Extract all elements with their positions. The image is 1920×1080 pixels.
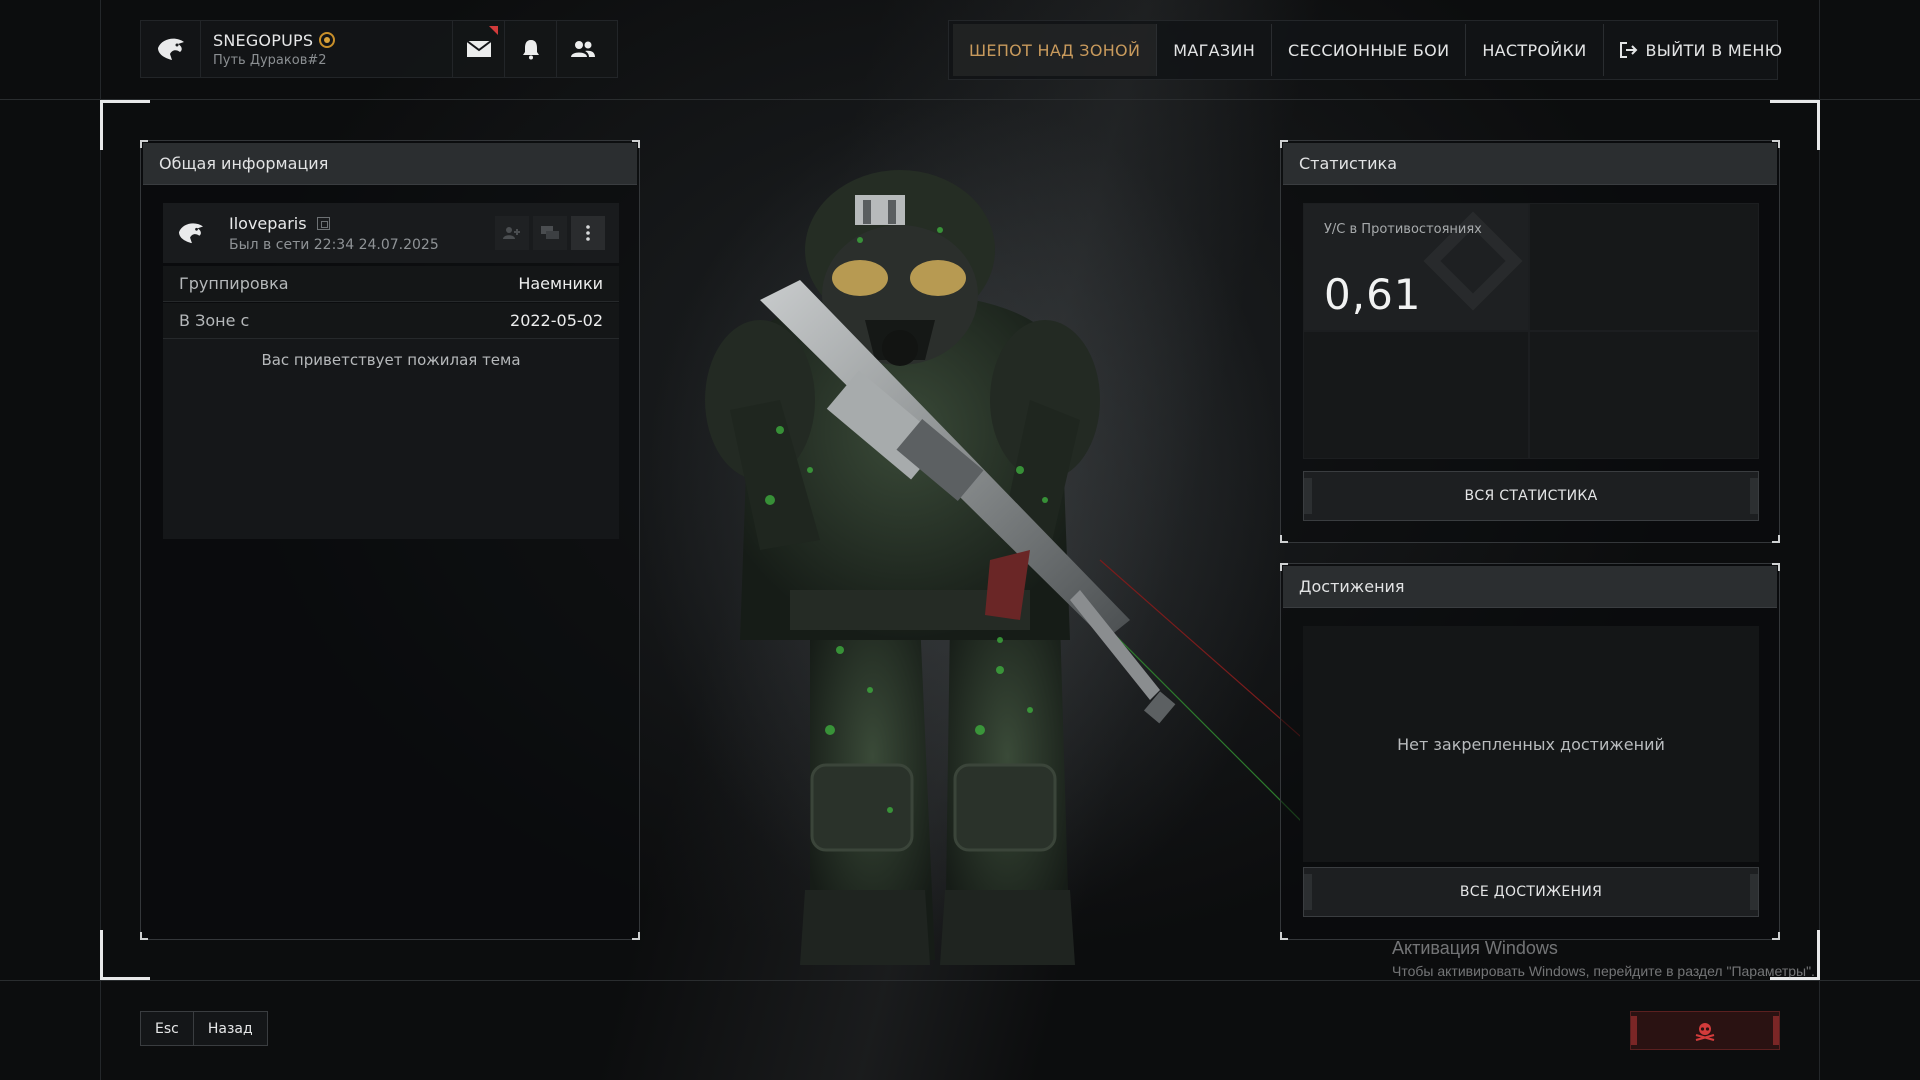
stats-grid: У/С в Противостояниях 0,61 [1303, 203, 1759, 459]
user-eagle-emblem-icon [163, 221, 219, 245]
info-row-in-zone-since: В Зоне с 2022-05-02 [163, 303, 619, 339]
rank-badge-icon [319, 31, 336, 48]
panel-corner [632, 140, 640, 148]
bottom-divider [0, 980, 1920, 981]
report-button[interactable] [1630, 1011, 1780, 1050]
achievements-panel: Достижения Нет закрепленных достижений В… [1280, 563, 1780, 940]
bell-icon[interactable] [505, 20, 557, 78]
nav-exit-label: ВЫЙТИ В МЕНЮ [1645, 40, 1783, 60]
last-seen: Был в сети 22:34 24.07.2025 [229, 236, 439, 253]
username: Iloveparis [229, 214, 495, 233]
player-clan: Путь Дураков#2 [213, 52, 327, 68]
back-control[interactable]: Esc Назад [140, 1011, 268, 1046]
panel-corner [1280, 932, 1288, 940]
general-info-title: Общая информация [143, 143, 637, 185]
mail-icon[interactable] [453, 20, 505, 78]
stat-cell-empty [1529, 203, 1759, 331]
skull-icon [1695, 1022, 1715, 1041]
stat-cell-empty [1303, 331, 1529, 459]
main-nav: ШЕПОТ НАД ЗОНОЙ МАГАЗИН СЕССИОННЫЕ БОИ Н… [948, 20, 1782, 80]
statistics-title: Статистика [1283, 143, 1777, 185]
about-text: Вас приветствует пожилая тема [163, 339, 619, 539]
panel-corner [632, 932, 640, 940]
kd-stat-cell: У/С в Противостояниях 0,61 [1303, 203, 1529, 331]
right-border-line [1819, 0, 1820, 1080]
windows-activation-watermark: Активация Windows Чтобы активировать Win… [1392, 938, 1815, 979]
eagle-emblem-icon[interactable] [141, 20, 201, 78]
chat-button[interactable] [533, 216, 567, 250]
general-info-panel: Общая информация Iloveparis Был в сети 2… [140, 140, 640, 940]
kd-label: У/С в Противостояниях [1324, 222, 1482, 237]
panel-corner [1280, 563, 1288, 571]
in-zone-value: 2022-05-02 [510, 311, 603, 330]
back-button[interactable]: Назад [192, 1012, 267, 1045]
panel-corner [1772, 140, 1780, 148]
add-friend-button[interactable] [495, 216, 529, 250]
friends-icon[interactable] [557, 20, 609, 78]
info-row-faction: Группировка Наемники [163, 266, 619, 302]
panel-corner [1280, 140, 1288, 148]
kd-value: 0,61 [1324, 270, 1422, 319]
unread-flag [489, 26, 498, 35]
in-zone-key: В Зоне с [179, 311, 250, 330]
panel-corner [1772, 563, 1780, 571]
nav-exit-to-menu[interactable]: ВЫЙТИ В МЕНЮ [1604, 24, 1799, 76]
copy-icon[interactable] [316, 216, 330, 230]
all-stats-button[interactable]: ВСЯ СТАТИСТИКА [1303, 471, 1759, 521]
nav-session-battles[interactable]: СЕССИОННЫЕ БОИ [1272, 24, 1467, 76]
player-name: SNEGOPUPS [213, 31, 452, 50]
statistics-panel: Статистика У/С в Противостояниях 0,61 ВС… [1280, 140, 1780, 543]
nav-settings[interactable]: НАСТРОЙКИ [1466, 24, 1604, 76]
left-border-line [100, 0, 101, 1080]
achievements-empty-text: Нет закрепленных достижений [1303, 626, 1759, 862]
watermark-subtitle: Чтобы активировать Windows, перейдите в … [1392, 963, 1815, 979]
nav-whisper[interactable]: ШЕПОТ НАД ЗОНОЙ [953, 24, 1158, 76]
stat-cell-empty [1529, 331, 1759, 459]
panel-corner [1772, 535, 1780, 543]
panel-corner [140, 140, 148, 148]
exit-icon [1619, 42, 1638, 58]
nav-shop[interactable]: МАГАЗИН [1157, 24, 1273, 76]
faction-value: Наемники [518, 274, 603, 293]
panel-corner [1280, 535, 1288, 543]
user-card: Iloveparis Был в сети 22:34 24.07.2025 [163, 203, 619, 263]
panel-corner [140, 932, 148, 940]
watermark-title: Активация Windows [1392, 938, 1558, 958]
top-divider [0, 99, 1920, 100]
esc-key[interactable]: Esc [141, 1012, 193, 1045]
faction-key: Группировка [179, 274, 289, 293]
player-character-model [705, 170, 1300, 965]
more-options-button[interactable] [571, 216, 605, 250]
all-achievements-button[interactable]: ВСЕ ДОСТИЖЕНИЯ [1303, 867, 1759, 917]
achievements-title: Достижения [1283, 566, 1777, 608]
profile-bar: SNEGOPUPS Путь Дураков#2 [140, 20, 618, 78]
